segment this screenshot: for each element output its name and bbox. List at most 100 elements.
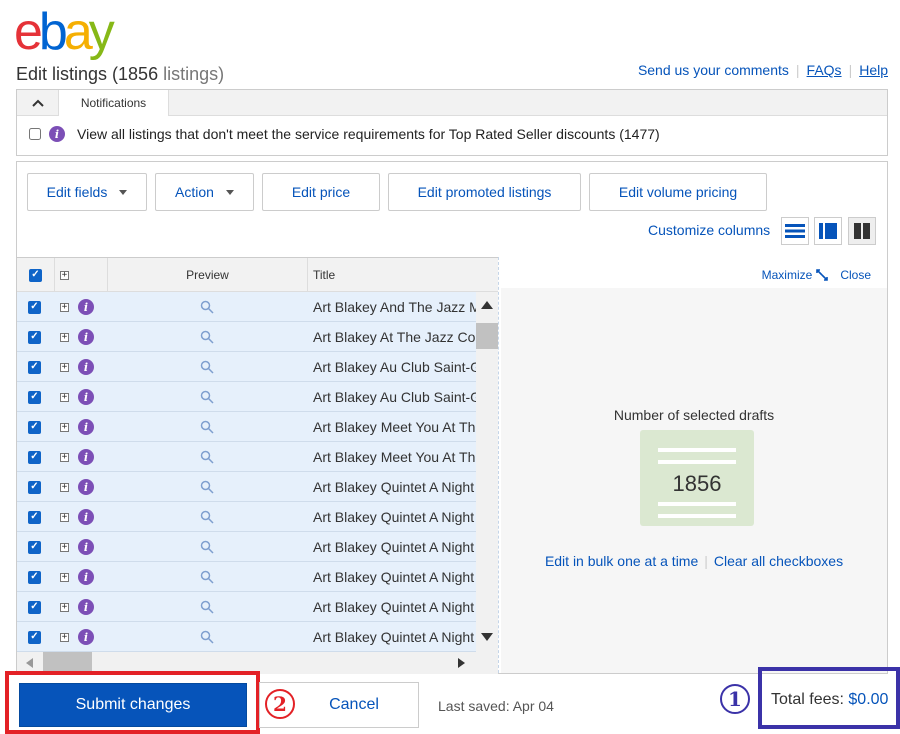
expand-icon[interactable]: +	[60, 422, 69, 432]
info-icon[interactable]: i	[78, 569, 94, 585]
expand-icon[interactable]: +	[60, 302, 69, 312]
row-checkbox[interactable]: ✓	[28, 600, 41, 614]
info-icon[interactable]: i	[78, 389, 94, 405]
info-icon[interactable]: i	[78, 299, 94, 315]
table-row[interactable]: ✓ + i Art Blakey Meet You At The Jazz	[17, 412, 476, 442]
close-link[interactable]: Close	[840, 268, 871, 282]
row-checkbox[interactable]: ✓	[28, 300, 41, 314]
table-row[interactable]: ✓ + i Art Blakey Quintet A Night At Birdlan…	[17, 562, 476, 592]
magnifier-icon[interactable]	[200, 540, 214, 554]
info-icon[interactable]: i	[78, 359, 94, 375]
column-header-preview[interactable]: Preview	[108, 258, 308, 292]
row-checkbox[interactable]: ✓	[28, 450, 41, 464]
row-title[interactable]: Art Blakey Quintet A Night At Birdland	[313, 472, 476, 502]
info-icon[interactable]: i	[78, 329, 94, 345]
table-row[interactable]: ✓ + i Art Blakey Quintet A Night At Birdlan…	[17, 532, 476, 562]
expand-icon[interactable]: +	[60, 452, 69, 462]
maximize-icon[interactable]	[816, 269, 829, 281]
submit-changes-button[interactable]: Submit changes	[19, 683, 247, 727]
info-icon[interactable]: i	[78, 479, 94, 495]
row-title[interactable]: Art Blakey Au Club Saint-Germain	[313, 382, 476, 412]
expand-icon[interactable]: +	[60, 332, 69, 342]
scroll-left-icon[interactable]	[26, 658, 33, 668]
row-title[interactable]: Art Blakey Quintet A Night At Birdland	[313, 562, 476, 592]
info-icon[interactable]: i	[78, 599, 94, 615]
collapse-notifications-button[interactable]	[17, 90, 59, 116]
info-icon[interactable]: i	[78, 419, 94, 435]
help-link[interactable]: Help	[859, 62, 888, 78]
magnifier-icon[interactable]	[200, 330, 214, 344]
table-row[interactable]: ✓ + i Art Blakey Meet You At The Jazz	[17, 442, 476, 472]
clear-all-checkboxes-link[interactable]: Clear all checkboxes	[714, 553, 843, 569]
row-checkbox[interactable]: ✓	[28, 570, 41, 584]
magnifier-icon[interactable]	[200, 360, 214, 374]
scrollbar-thumb[interactable]	[476, 323, 498, 349]
maximize-link[interactable]: Maximize	[762, 268, 813, 282]
action-button[interactable]: Action	[155, 173, 254, 211]
edit-price-button[interactable]: Edit price	[262, 173, 380, 211]
edit-fields-button[interactable]: Edit fields	[27, 173, 147, 211]
magnifier-icon[interactable]	[200, 600, 214, 614]
magnifier-icon[interactable]	[200, 450, 214, 464]
info-icon[interactable]: i	[78, 539, 94, 555]
expand-icon[interactable]: +	[60, 482, 69, 492]
magnifier-icon[interactable]	[200, 420, 214, 434]
customize-columns-link[interactable]: Customize columns	[648, 222, 770, 238]
magnifier-icon[interactable]	[200, 390, 214, 404]
expand-icon[interactable]: +	[60, 572, 69, 582]
edit-in-bulk-link[interactable]: Edit in bulk one at a time	[545, 553, 698, 569]
expand-icon[interactable]: +	[60, 362, 69, 372]
faqs-link[interactable]: FAQs	[807, 62, 842, 78]
row-title[interactable]: Art Blakey Quintet A Night At Birdland	[313, 502, 476, 532]
split-view-button[interactable]	[814, 217, 842, 245]
scroll-right-icon[interactable]	[458, 658, 465, 668]
row-title[interactable]: Art Blakey Quintet A Night At Birdland	[313, 532, 476, 562]
row-checkbox[interactable]: ✓	[28, 510, 41, 524]
expand-icon[interactable]: +	[60, 392, 69, 402]
table-row[interactable]: ✓+iArt Blakey Quintet A Night At Birdlan…	[17, 622, 476, 652]
row-checkbox[interactable]: ✓	[28, 390, 41, 404]
row-checkbox[interactable]: ✓	[28, 360, 41, 374]
magnifier-icon[interactable]	[200, 300, 214, 314]
magnifier-icon[interactable]	[200, 630, 214, 644]
row-title[interactable]: Art Blakey Quintet A Night At Birdland	[313, 592, 476, 622]
expand-icon[interactable]: +	[60, 512, 69, 522]
panel-splitter[interactable]	[498, 257, 500, 673]
row-title[interactable]: Art Blakey And The Jazz Messengers	[313, 292, 476, 322]
table-row[interactable]: ✓ + i Art Blakey Quintet A Night At Birdlan…	[17, 592, 476, 622]
row-checkbox[interactable]: ✓	[28, 540, 41, 554]
table-row[interactable]: ✓ + i Art Blakey At The Jazz Corner	[17, 322, 476, 352]
table-row[interactable]: ✓ + i Art Blakey Au Club Saint-Germain	[17, 352, 476, 382]
column-header-title[interactable]: Title	[308, 258, 498, 292]
info-icon[interactable]: i	[78, 449, 94, 465]
vertical-scrollbar[interactable]	[476, 292, 498, 652]
list-view-button[interactable]	[781, 217, 809, 245]
edit-volume-pricing-button[interactable]: Edit volume pricing	[589, 173, 767, 211]
row-title[interactable]: Art Blakey Au Club Saint-Germain	[313, 352, 476, 382]
row-title[interactable]: Art Blakey Meet You At The Jazz	[313, 442, 476, 472]
row-checkbox[interactable]: ✓	[28, 420, 41, 434]
scroll-up-icon[interactable]	[481, 301, 493, 309]
expand-icon[interactable]: +	[60, 542, 69, 552]
ebay-logo[interactable]: ebay	[14, 6, 115, 58]
row-title[interactable]: Art Blakey Meet You At The Jazz	[313, 412, 476, 442]
magnifier-icon[interactable]	[200, 510, 214, 524]
expand-icon[interactable]: +	[60, 602, 69, 612]
row-title[interactable]: Art Blakey At The Jazz Corner	[313, 322, 476, 352]
row-checkbox[interactable]: ✓	[28, 630, 41, 644]
table-row[interactable]: ✓ + i Art Blakey Au Club Saint-Germain	[17, 382, 476, 412]
info-icon[interactable]: i	[78, 509, 94, 525]
table-row[interactable]: ✓ + i Art Blakey Quintet A Night At Birdlan…	[17, 472, 476, 502]
row-checkbox[interactable]: ✓	[28, 330, 41, 344]
edit-promoted-listings-button[interactable]: Edit promoted listings	[388, 173, 581, 211]
row-checkbox[interactable]: ✓	[28, 480, 41, 494]
columns-view-button[interactable]	[848, 217, 876, 245]
scroll-down-icon[interactable]	[481, 633, 493, 641]
tab-notifications[interactable]: Notifications	[59, 90, 169, 116]
info-icon[interactable]: i	[78, 629, 94, 645]
notification-checkbox[interactable]	[29, 128, 41, 140]
row-title[interactable]: Art Blakey Quintet A Night At Birdland	[313, 622, 476, 652]
send-comments-link[interactable]: Send us your comments	[638, 62, 789, 78]
expand-icon[interactable]: +	[60, 270, 69, 280]
magnifier-icon[interactable]	[200, 480, 214, 494]
